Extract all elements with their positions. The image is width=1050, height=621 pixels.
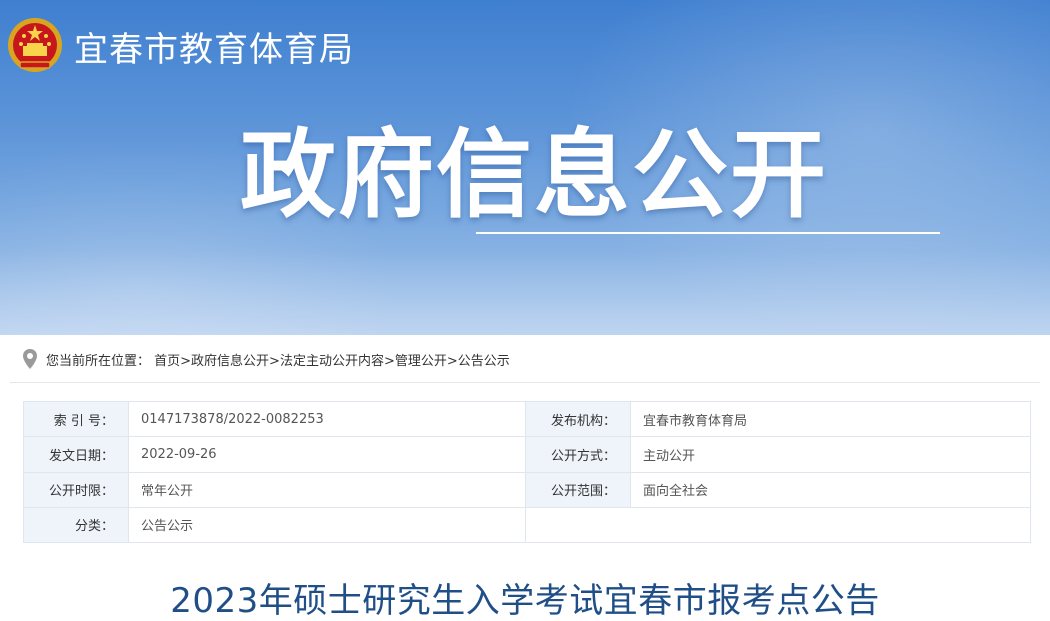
date-value: 2022-09-26 (128, 436, 526, 473)
publisher-label: 发布机构： (525, 400, 631, 438)
scope-value: 面向全社会 (630, 471, 1031, 508)
header-banner: 宜春市教育体育局 政府信息公开 (0, 0, 1050, 335)
table-row: 索 引 号： 0147173878/2022-0082253 发布机构： 宜春市… (23, 400, 1031, 438)
scope-label: 公开范围： (525, 471, 631, 508)
mode-value: 主动公开 (630, 436, 1031, 473)
breadcrumb-prefix: 您当前所在位置： (46, 354, 151, 369)
site-name[interactable]: 宜春市教育体育局 (74, 22, 354, 71)
publisher-value: 宜春市教育体育局 (630, 400, 1031, 438)
category-label: 分类： (23, 506, 129, 544)
info-table: 索 引 号： 0147173878/2022-0082253 发布机构： 宜春市… (23, 400, 1031, 544)
date-label: 发文日期： (23, 436, 129, 473)
index-no-value: 0147173878/2022-0082253 (128, 400, 526, 438)
banner-title-underline (476, 232, 940, 234)
category-value: 公告公示 (128, 506, 526, 544)
location-pin-icon (23, 349, 37, 369)
table-row: 公开时限： 常年公开 公开范围： 面向全社会 (23, 471, 1031, 508)
period-label: 公开时限： (23, 471, 129, 508)
article-title: 2023年硕士研究生入学考试宜春市报考点公告 (170, 581, 880, 621)
breadcrumb: 您当前所在位置： 首页>政府信息公开>法定主动公开内容>管理公开>公告公示 (10, 335, 1040, 383)
breadcrumb-text: 您当前所在位置： 首页>政府信息公开>法定主动公开内容>管理公开>公告公示 (46, 350, 510, 369)
banner-band (0, 250, 1050, 335)
table-row: 发文日期： 2022-09-26 公开方式： 主动公开 (23, 436, 1031, 473)
index-no-label: 索 引 号： (23, 400, 129, 438)
mode-label: 公开方式： (525, 436, 631, 473)
empty-cell (525, 506, 1031, 544)
table-row: 分类： 公告公示 (23, 506, 1031, 544)
period-value: 常年公开 (128, 471, 526, 508)
banner-title: 政府信息公开 (240, 119, 828, 231)
breadcrumb-path[interactable]: 首页>政府信息公开>法定主动公开内容>管理公开>公告公示 (154, 354, 510, 369)
national-emblem-icon[interactable] (6, 16, 64, 76)
